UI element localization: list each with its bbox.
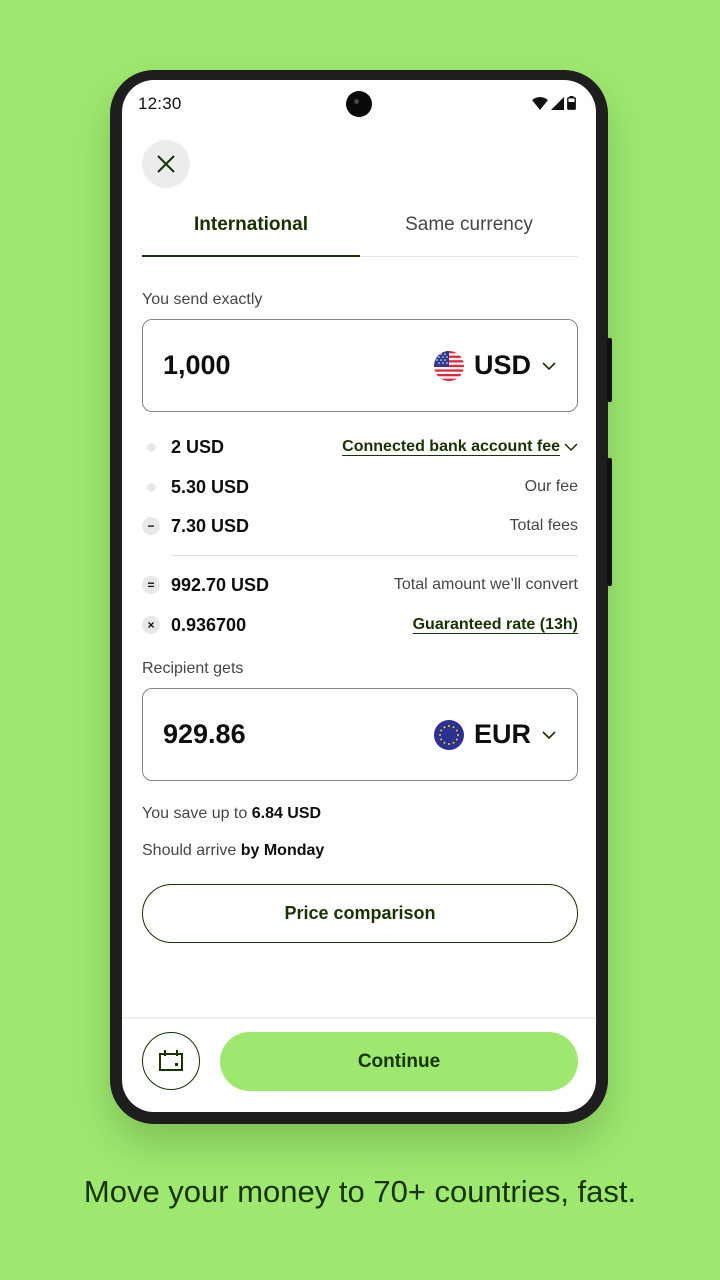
arrival-prefix: Should arrive <box>142 842 241 859</box>
send-currency-code: USD <box>473 350 531 380</box>
chevron-down-icon <box>564 442 578 451</box>
fee-link-label: Connected bank account fee <box>342 438 560 455</box>
wifi-icon <box>532 97 548 110</box>
fee-amount: 5.30 USD <box>171 476 250 497</box>
battery-icon <box>567 96 576 110</box>
equals-icon: = <box>142 576 160 594</box>
calendar-icon <box>159 1050 183 1071</box>
send-amount-input[interactable]: 1,000 <box>163 350 231 381</box>
arrival-info: Should arrive by Monday <box>142 842 324 860</box>
phone-volume-button <box>607 338 612 402</box>
send-currency-select[interactable]: USD <box>433 350 557 381</box>
fee-label: Total amount we’ll convert <box>393 576 578 593</box>
marketing-tagline: Move your money to 70+ countries, fast. <box>83 1174 637 1209</box>
savings-prefix: You save up to <box>142 805 252 822</box>
chevron-down-icon <box>542 730 556 739</box>
us-flag-icon <box>433 350 464 381</box>
status-bar: 12:30 <box>122 80 596 126</box>
close-icon <box>157 155 175 173</box>
transfer-type-tabs: International Same currency <box>142 205 578 257</box>
dot-bullet-icon <box>142 438 160 456</box>
minus-icon: − <box>142 517 160 535</box>
dot-bullet-icon <box>142 478 160 496</box>
fee-row-our-fee: 5.30 USD Our fee <box>142 472 578 502</box>
send-label: You send exactly <box>142 291 263 308</box>
status-time: 12:30 <box>138 94 182 113</box>
fee-amount: 7.30 USD <box>171 515 250 536</box>
chevron-down-icon <box>542 361 556 370</box>
continue-button[interactable]: Continue <box>220 1032 578 1091</box>
savings-info: You save up to 6.84 USD <box>142 805 321 823</box>
receive-amount-field[interactable]: 929.86 EUR <box>142 688 578 781</box>
exchange-rate: 0.936700 <box>171 614 247 635</box>
phone-power-button <box>607 458 612 586</box>
fee-row-convert-amount: = 992.70 USD Total amount we’ll convert <box>142 570 578 600</box>
tab-international[interactable]: International <box>142 205 360 257</box>
close-button[interactable] <box>142 140 190 188</box>
fee-amount: 2 USD <box>171 436 225 457</box>
signal-icon <box>551 97 564 110</box>
fee-label: Our fee <box>524 478 578 495</box>
fee-label: Total fees <box>509 517 578 534</box>
fee-row-total-fees: − 7.30 USD Total fees <box>142 511 578 541</box>
receive-label: Recipient gets <box>142 660 244 677</box>
status-icons <box>532 96 576 110</box>
receive-currency-code: EUR <box>473 719 531 749</box>
tab-same-currency[interactable]: Same currency <box>360 205 578 256</box>
front-camera <box>346 91 372 117</box>
fee-row-rate: × 0.936700 Guaranteed rate (13h) <box>142 610 578 640</box>
send-amount-field[interactable]: 1,000 USD <box>142 319 578 412</box>
price-comparison-button[interactable]: Price comparison <box>142 884 578 943</box>
footer-divider <box>122 1017 596 1019</box>
receive-amount-input[interactable]: 929.86 <box>163 719 246 750</box>
guaranteed-rate-link[interactable]: Guaranteed rate (13h) <box>413 616 578 634</box>
receive-currency-select[interactable]: EUR <box>433 719 557 750</box>
eu-flag-icon <box>433 719 464 750</box>
app-screen: 12:30 International Same currency You se… <box>122 80 596 1112</box>
savings-value: 6.84 USD <box>251 805 322 822</box>
fee-amount: 992.70 USD <box>171 574 270 595</box>
connected-bank-fee-link[interactable]: Connected bank account fee <box>342 438 578 456</box>
phone-frame: 12:30 International Same currency You se… <box>110 70 612 1124</box>
fees-divider <box>171 555 578 556</box>
schedule-button[interactable] <box>142 1032 200 1090</box>
multiply-icon: × <box>142 616 160 634</box>
fee-row-bank-fee: 2 USD Connected bank account fee <box>142 432 578 462</box>
arrival-value: by Monday <box>240 842 325 859</box>
